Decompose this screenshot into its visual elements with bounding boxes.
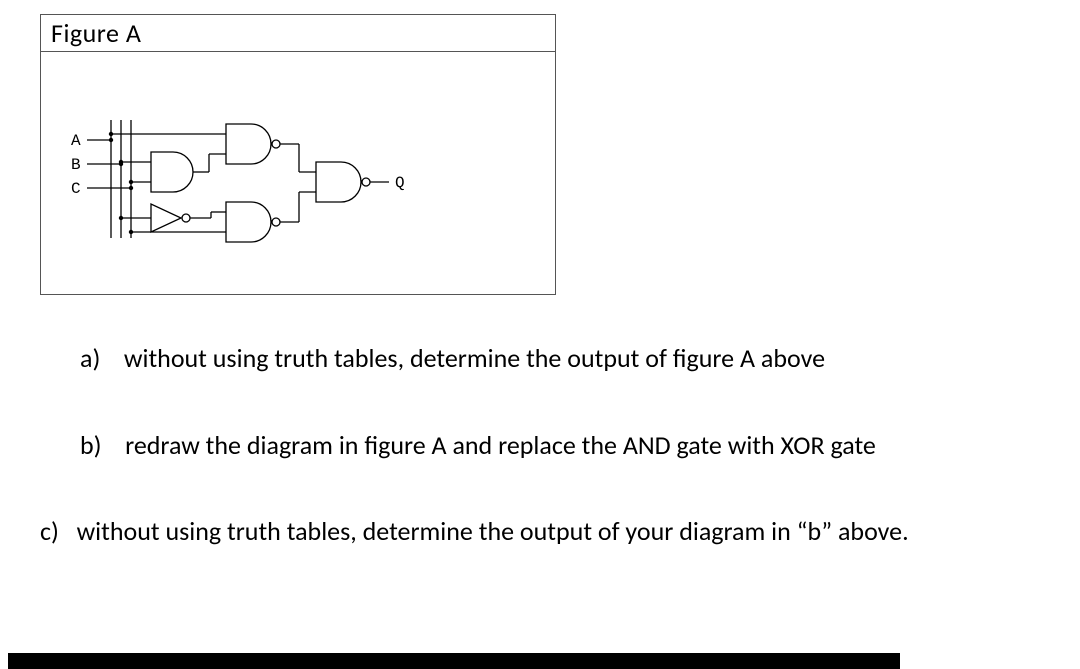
question-c: c) without using truth tables, determine… [40,515,1050,548]
questions-block: a) without using truth tables, determine… [40,342,1050,548]
not-gate [151,204,181,232]
question-c-text: without using truth tables, determine th… [77,515,909,547]
footer-bar [8,653,900,669]
question-b-label: b) [80,429,102,461]
output-label-q: Q [395,174,405,192]
question-a-label: a) [80,342,100,374]
and-gate-upper [151,152,193,192]
input-label-b: B [71,156,81,174]
question-a-text: without using truth tables, determine th… [124,342,825,374]
question-b-text: redraw the diagram in figure A and repla… [125,429,876,461]
nand-gate-output [316,162,361,202]
document-page: Figure A A B C [0,0,1080,669]
question-a: a) without using truth tables, determine… [40,342,1050,375]
nand-gate-upper [226,124,271,164]
figure-a-container: Figure A A B C [40,14,556,295]
nand-gate-lower [226,202,271,242]
circuit-svg: A B C [41,52,555,294]
input-label-a: A [71,132,81,150]
input-label-c: C [71,180,81,198]
figure-title: Figure A [41,15,555,52]
question-c-label: c) [40,515,59,547]
logic-circuit-diagram: A B C [41,52,555,294]
question-b: b) redraw the diagram in figure A and re… [40,429,1050,462]
